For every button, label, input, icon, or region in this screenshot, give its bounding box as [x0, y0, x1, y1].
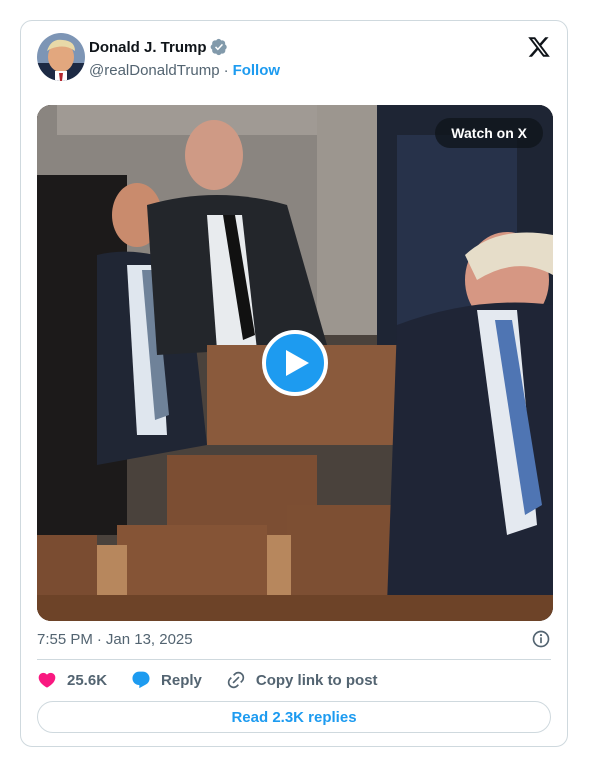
author-name[interactable]: Donald J. Trump: [89, 39, 207, 56]
verified-badge-icon: [210, 38, 227, 56]
author-avatar[interactable]: [37, 33, 85, 81]
x-logo-icon[interactable]: [527, 35, 551, 59]
watch-on-x-button[interactable]: Watch on X: [435, 118, 543, 148]
author-handle[interactable]: @realDonaldTrump: [89, 62, 220, 79]
play-button[interactable]: [262, 330, 328, 396]
reply-button[interactable]: Reply: [131, 670, 202, 690]
link-icon: [227, 671, 245, 689]
follow-button[interactable]: Follow: [233, 62, 281, 79]
post-time[interactable]: 7:55 PM: [37, 631, 93, 648]
post-date[interactable]: Jan 13, 2025: [106, 631, 193, 648]
read-replies-button[interactable]: Read 2.3K replies: [37, 701, 551, 733]
reply-label: Reply: [161, 671, 202, 689]
divider: [37, 659, 551, 660]
timestamp-separator: ·: [96, 630, 102, 648]
heart-icon: [38, 672, 56, 688]
handle-separator: ·: [223, 61, 229, 79]
like-button[interactable]: 25.6K: [37, 670, 107, 690]
reply-bubble-icon: [132, 671, 150, 689]
play-icon: [286, 350, 309, 376]
like-count: 25.6K: [67, 671, 108, 689]
post-timestamp[interactable]: 7:55 PM · Jan 13, 2025: [37, 629, 551, 649]
copy-link-button[interactable]: Copy link to post: [226, 670, 378, 690]
info-icon[interactable]: [531, 629, 551, 649]
post-header: Donald J. Trump @realDonaldTrump · Follo…: [37, 33, 551, 85]
embedded-post-card: Donald J. Trump @realDonaldTrump · Follo…: [20, 20, 568, 747]
action-bar: 25.6K Reply Copy link to post: [37, 667, 551, 693]
video-thumbnail[interactable]: Watch on X: [37, 105, 553, 621]
copy-link-label: Copy link to post: [255, 671, 378, 689]
